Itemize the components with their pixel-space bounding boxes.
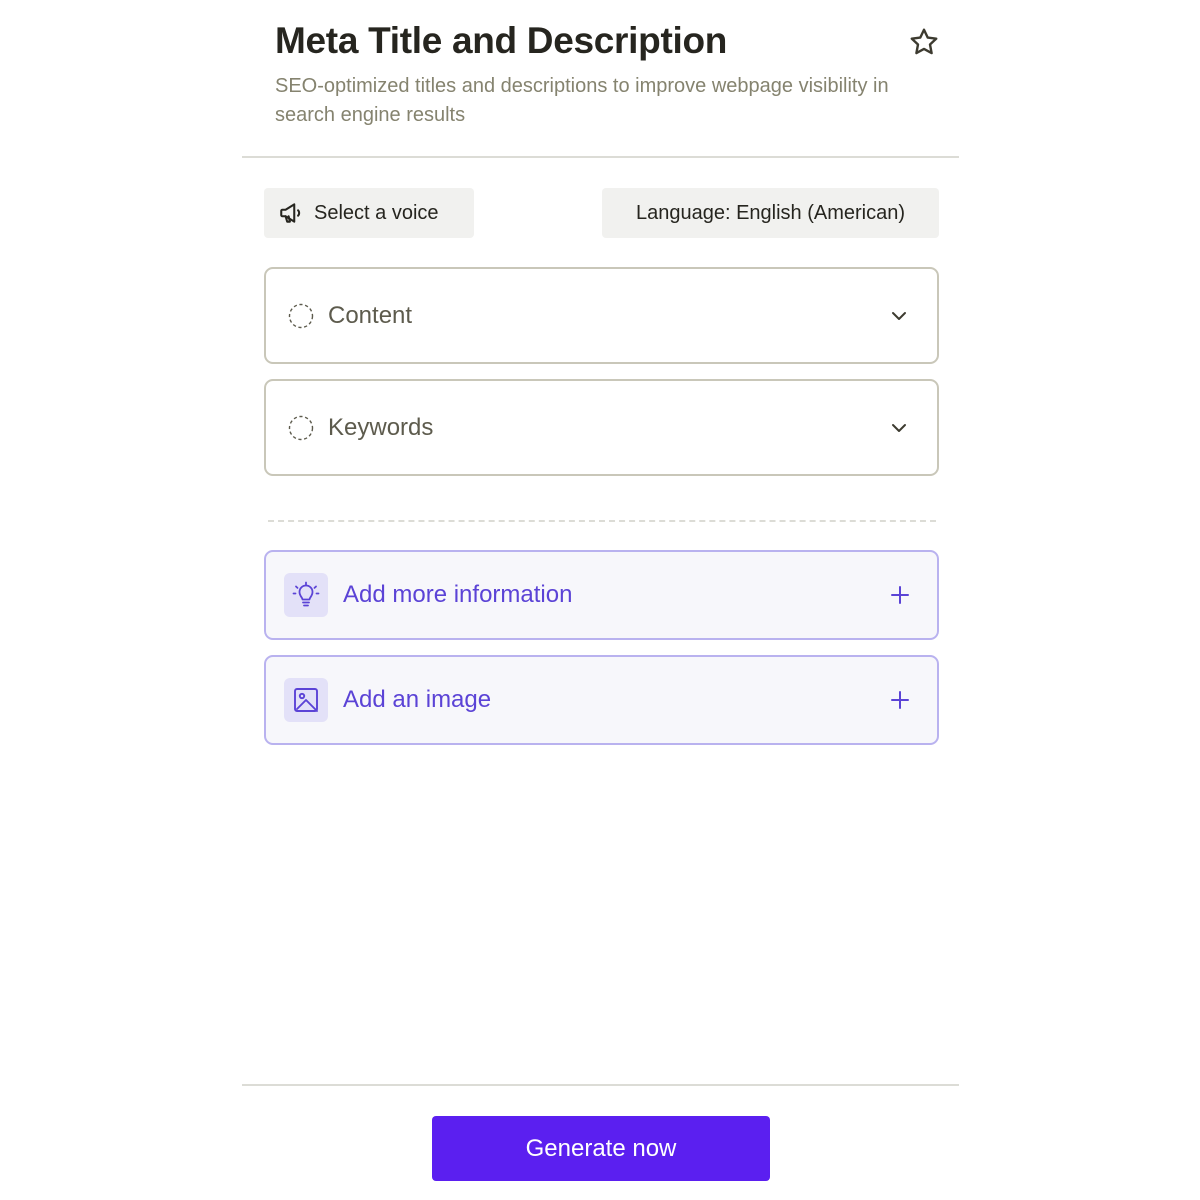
keywords-field-label: Keywords: [328, 413, 434, 441]
megaphone-icon: [280, 203, 301, 223]
generate-now-button[interactable]: Generate now: [432, 1116, 770, 1181]
lightbulb-icon-badge: [284, 573, 328, 617]
add-more-information-button[interactable]: Add more information: [264, 550, 939, 640]
tool-header: Meta Title and Description SEO-optimized…: [242, 0, 959, 158]
language-selector[interactable]: Language: English (American): [602, 188, 939, 238]
lightbulb-icon: [292, 581, 320, 607]
keywords-field[interactable]: Keywords: [264, 379, 939, 476]
select-voice-label: Select a voice: [314, 201, 439, 224]
select-voice-button[interactable]: Select a voice: [264, 188, 474, 238]
plus-icon: [891, 691, 909, 709]
dashed-circle-icon: [288, 415, 314, 440]
add-image-button[interactable]: Add an image: [264, 655, 939, 745]
language-label: Language: English (American): [635, 201, 906, 224]
chevron-down-icon: [892, 423, 906, 432]
dashed-circle-icon: [288, 303, 314, 328]
image-icon-badge: [284, 678, 328, 722]
page-subtitle: SEO-optimized titles and descriptions to…: [275, 75, 889, 126]
footer-divider: [242, 1084, 959, 1086]
add-image-label: Add an image: [343, 686, 492, 713]
content-field-label: Content: [328, 301, 413, 329]
content-field[interactable]: Content: [264, 267, 939, 364]
section-divider: [268, 520, 936, 522]
tool-panel: Meta Title and Description SEO-optimized…: [242, 0, 959, 1200]
plus-icon: [891, 586, 909, 604]
star-icon[interactable]: [908, 26, 940, 58]
page-title: Meta Title and Description: [275, 20, 728, 61]
add-more-information-label: Add more information: [343, 581, 573, 608]
chevron-down-icon: [892, 311, 906, 320]
image-icon: [294, 688, 318, 712]
